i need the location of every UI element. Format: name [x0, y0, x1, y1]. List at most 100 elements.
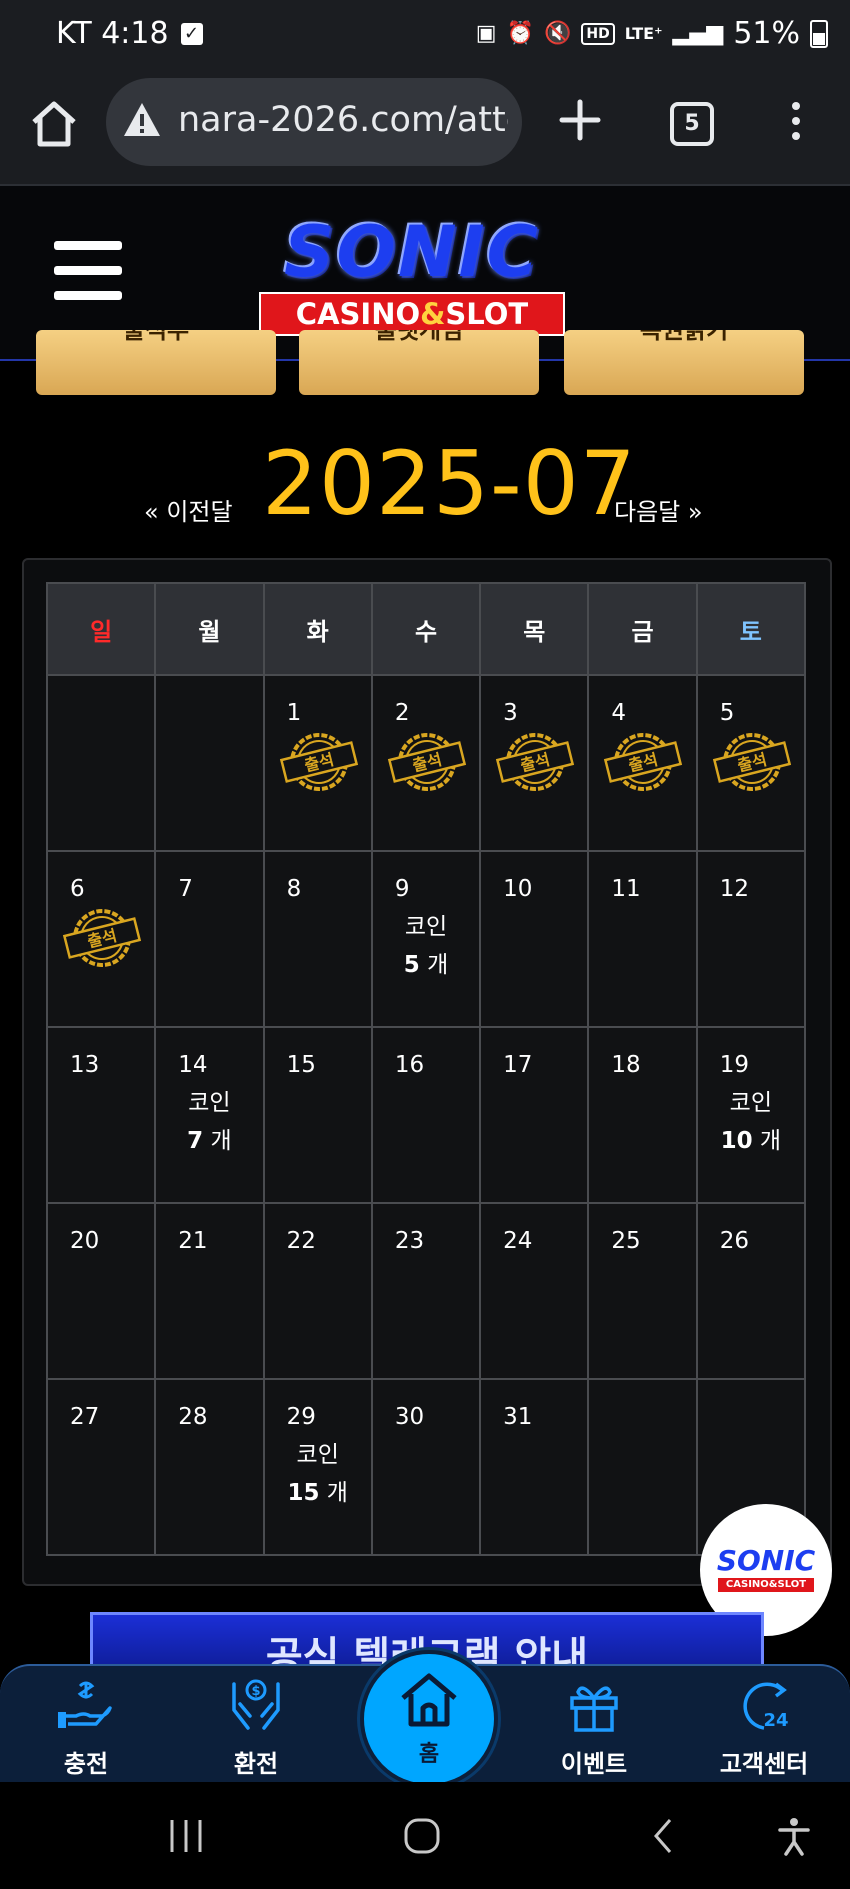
tab-switcher-button[interactable]: 5 — [670, 102, 714, 146]
coin-amount-line: 5 개 — [373, 946, 479, 984]
day-number: 16 — [394, 1052, 425, 1078]
warning-icon[interactable] — [122, 100, 162, 140]
calendar-week-row: 27 28 29 코인 15 개 30 31 — [45, 1378, 807, 1556]
carrier-time: KT 4:18 — [56, 16, 169, 51]
home-icon — [401, 1673, 457, 1727]
calendar-day-cell: 26 — [695, 1202, 807, 1380]
day-number: 4 — [611, 700, 627, 726]
weekday-fri: 금 — [587, 582, 698, 676]
home-nav-icon[interactable] — [402, 1816, 442, 1856]
hamburger-menu-icon[interactable] — [54, 241, 122, 301]
calendar-day-cell: 4 출석 — [587, 674, 698, 852]
coin-label: 코인 — [729, 1090, 772, 1116]
coin-unit: 개 — [759, 1128, 782, 1154]
coin-label: 코인 — [188, 1090, 231, 1116]
calendar-day-cell: 29 코인 15 개 — [262, 1378, 373, 1556]
day-number: 3 — [503, 700, 518, 726]
calendar-empty-cell — [45, 674, 157, 852]
calendar-day-cell: 22 — [262, 1202, 373, 1380]
day-number: 6 — [70, 876, 85, 902]
calendar-day-cell: 3 출석 — [479, 674, 590, 852]
day-number: 25 — [611, 1228, 641, 1254]
day-number: 26 — [719, 1228, 749, 1254]
prev-month-link[interactable]: « 이전달 — [144, 492, 233, 527]
coin-unit: 개 — [326, 1480, 348, 1506]
logo-word: SONIC — [284, 211, 540, 293]
nav-event[interactable]: 이벤트 — [534, 1676, 654, 1779]
day-number: 8 — [286, 876, 302, 902]
home-icon[interactable] — [28, 98, 80, 150]
calendar-week-row: 13 14 코인 7 개 15 16 17 18 19 코인 10 개 — [45, 1026, 807, 1204]
address-bar[interactable]: nara-2026.com/attendance — [106, 78, 522, 166]
attendance-stamp-icon: 출석 — [712, 733, 791, 791]
lottery-button[interactable]: 복권긁기 — [564, 330, 804, 395]
day-number: 19 — [719, 1052, 749, 1078]
badge-word: SONIC — [716, 1544, 816, 1577]
coin-reward: 코인 15 개 — [265, 1436, 371, 1512]
calendar-day-cell: 20 — [45, 1202, 157, 1380]
weekday-sun: 일 — [45, 582, 157, 676]
nav-home-label: 홈 — [418, 1742, 440, 1767]
nav-charge[interactable]: 충전 — [26, 1676, 146, 1779]
calendar-day-cell: 23 — [370, 1202, 482, 1380]
calendar-day-cell: 1 출석 — [262, 674, 373, 852]
calendar-panel: 일 월 화 수 목 금 토 1 출석 2 출석 3 출석 4 출석 5 출석 6 출석 7 8 9 코인 5 개… — [22, 558, 832, 1586]
day-number: 27 — [70, 1404, 100, 1430]
nav-home-button[interactable]: 홈 — [360, 1650, 498, 1788]
more-menu-icon[interactable] — [784, 100, 808, 144]
coin-label: 코인 — [404, 914, 448, 940]
calendar-week-row: 6 출석 7 8 9 코인 5 개 10 11 12 — [45, 850, 807, 1028]
support-24-icon: 24 — [743, 1682, 789, 1731]
attendance-calendar: 일 월 화 수 목 금 토 1 출석 2 출석 3 출석 4 출석 5 출석 6 출석 7 8 9 코인 5 개… — [45, 582, 807, 1556]
calendar-day-cell: 27 — [45, 1378, 157, 1556]
back-icon[interactable] — [648, 1816, 678, 1856]
day-number: 21 — [178, 1228, 208, 1254]
recent-apps-icon[interactable] — [166, 1816, 206, 1856]
new-tab-icon[interactable] — [556, 96, 604, 144]
calendar-day-cell: 15 — [262, 1026, 373, 1204]
calendar-day-cell: 6 출석 — [45, 850, 157, 1028]
attendance-stamp-icon: 출석 — [62, 909, 142, 967]
day-number: 13 — [70, 1052, 100, 1078]
day-number: 9 — [394, 876, 410, 902]
site-logo[interactable]: SONIC CASINO&SLOT — [232, 211, 592, 336]
calendar-day-cell: 9 코인 5 개 — [370, 850, 482, 1028]
nav-exchange[interactable]: $ 환전 — [196, 1676, 316, 1779]
battery-icon — [810, 19, 828, 48]
url-text: nara-2026.com/attendance — [178, 100, 508, 140]
roulette-button[interactable]: 룰렛게임 — [299, 330, 539, 395]
nav-support[interactable]: 24 고객센터 — [704, 1676, 824, 1779]
weekday-mon: 월 — [154, 582, 265, 676]
status-left: KT 4:18 ✓ — [56, 16, 203, 51]
gift-icon — [570, 1686, 618, 1732]
accessibility-icon[interactable] — [776, 1816, 812, 1856]
day-number: 11 — [611, 876, 641, 902]
next-month-link[interactable]: 다음달 » — [614, 492, 703, 527]
svg-text:24: 24 — [763, 1710, 788, 1731]
day-number: 12 — [719, 876, 749, 902]
coin-amount: 7 — [187, 1128, 204, 1154]
status-right: ▣ ⏰ 🔇 HD LTE⁺ ▂▄▆ 51% — [476, 16, 828, 51]
calendar-day-cell: 25 — [587, 1202, 698, 1380]
calendar-empty-cell — [154, 674, 265, 852]
calendar-day-cell: 12 — [695, 850, 807, 1028]
day-number: 23 — [394, 1228, 425, 1254]
day-number: 15 — [286, 1052, 316, 1078]
battery-percent: 51% — [733, 16, 800, 51]
calendar-day-cell: 16 — [370, 1026, 482, 1204]
attendance-stamp-icon: 출석 — [604, 733, 683, 791]
coin-reward: 코인 5 개 — [373, 908, 479, 984]
calendar-empty-cell — [587, 1378, 698, 1556]
day-number: 28 — [178, 1404, 208, 1430]
coin-label: 코인 — [296, 1442, 339, 1468]
weekday-tue: 화 — [262, 582, 373, 676]
calendar-day-cell: 14 코인 7 개 — [154, 1026, 265, 1204]
day-number: 31 — [503, 1404, 533, 1430]
coin-amount: 10 — [720, 1128, 753, 1154]
status-bar: KT 4:18 ✓ ▣ ⏰ 🔇 HD LTE⁺ ▂▄▆ 51% — [0, 0, 850, 74]
calendar-day-cell: 19 코인 10 개 — [695, 1026, 807, 1204]
day-number: 24 — [503, 1228, 533, 1254]
attendance-button[interactable]: 출석부 — [36, 330, 276, 395]
coin-amount: 15 — [287, 1480, 320, 1506]
browser-toolbar: nara-2026.com/attendance 5 — [0, 74, 850, 186]
